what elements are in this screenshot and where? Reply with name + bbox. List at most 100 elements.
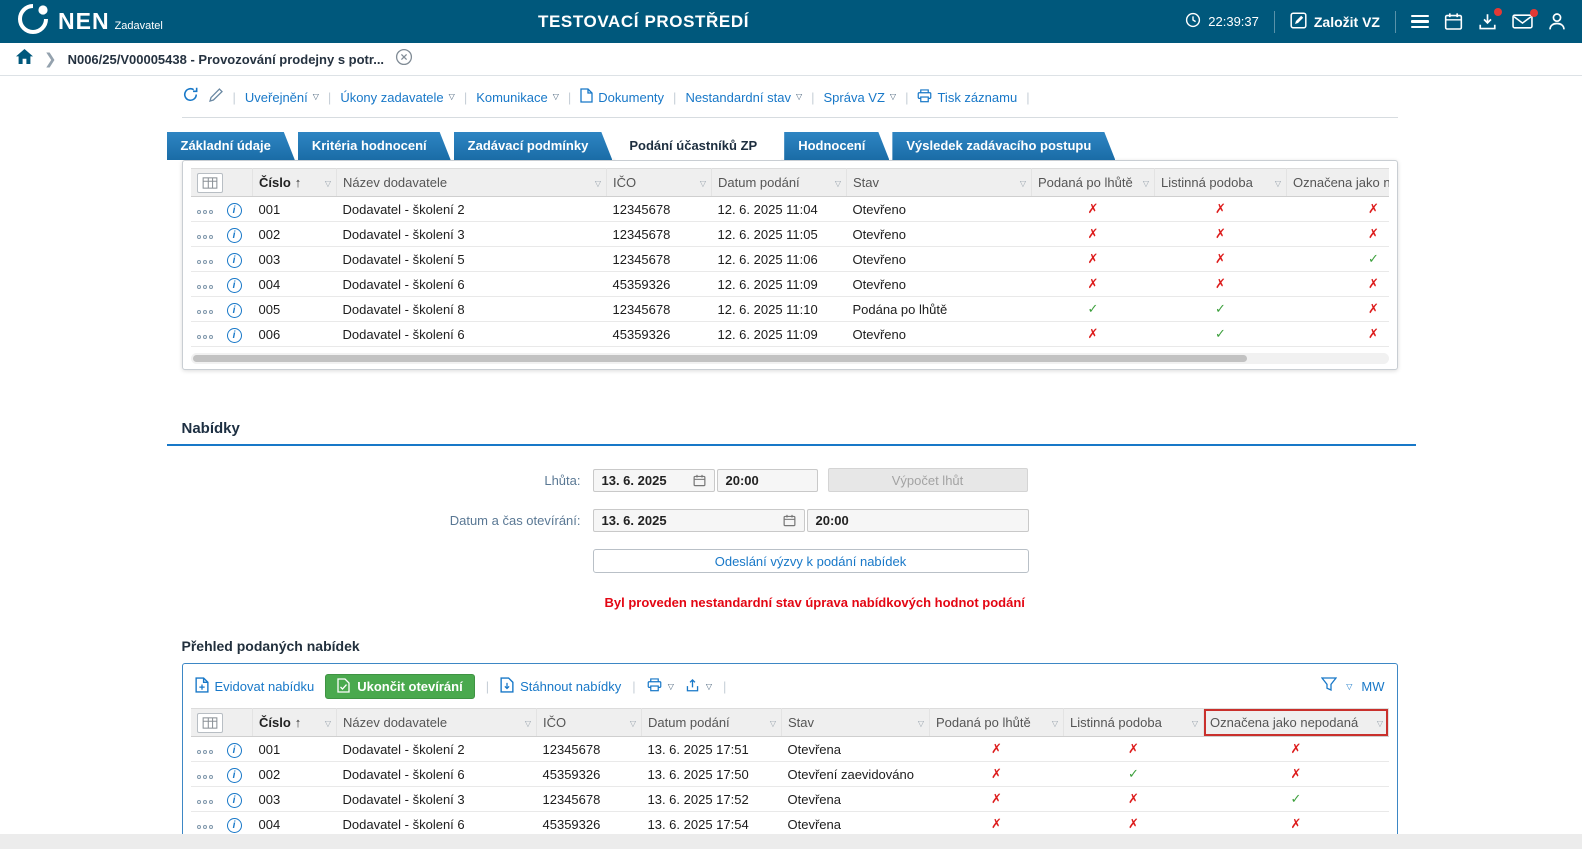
- dropdown-triangle-icon[interactable]: ▽: [1346, 682, 1352, 691]
- row-info-icon[interactable]: i: [227, 203, 242, 218]
- column-stav[interactable]: Stav▽: [847, 169, 1032, 197]
- column-cislo[interactable]: Číslo↑▽: [253, 709, 337, 737]
- evidovat-nabidku-button[interactable]: Evidovat nabídku: [195, 677, 315, 696]
- column-filter-icon[interactable]: ▽: [325, 179, 331, 188]
- filter-funnel-icon[interactable]: [1321, 677, 1337, 696]
- create-vz-button[interactable]: Založit VZ: [1290, 12, 1380, 32]
- brand-logo[interactable]: NEN Zadavatel: [16, 2, 163, 41]
- tab-z-kladn-daje[interactable]: Základní údaje: [167, 132, 295, 160]
- action-dokumenty[interactable]: Dokumenty: [580, 88, 664, 106]
- column-filter-icon[interactable]: ▽: [1275, 179, 1281, 188]
- home-icon[interactable]: [16, 49, 33, 69]
- column-filter-icon[interactable]: ▽: [918, 719, 924, 728]
- action-ukony-zadavatele[interactable]: Úkony zadavatele▽: [340, 90, 455, 105]
- column-filter-icon[interactable]: ▽: [325, 719, 331, 728]
- column-ico[interactable]: IČO▽: [607, 169, 712, 197]
- row-info-icon[interactable]: i: [227, 818, 242, 833]
- row-menu-icon[interactable]: [197, 775, 213, 779]
- vypocet-lhut-button[interactable]: Výpočet lhůt: [828, 468, 1028, 492]
- row-info-icon[interactable]: i: [227, 328, 242, 343]
- user-profile-icon[interactable]: [1548, 12, 1566, 31]
- edit-pencil-icon[interactable]: [208, 87, 224, 108]
- tab-pod-n-astn-k-zp[interactable]: Podání účastníků ZP: [615, 132, 781, 160]
- tab-v-sledek-zad-vac-ho-postupu[interactable]: Výsledek zadávacího postupu: [892, 132, 1115, 160]
- column-stav[interactable]: Stav▽: [782, 709, 930, 737]
- odeslani-vyzvy-button[interactable]: Odeslání výzvy k podání nabídek: [593, 549, 1029, 573]
- oteviranie-time-input[interactable]: 20:00: [807, 509, 1029, 532]
- column-filter-icon[interactable]: ▽: [700, 179, 706, 188]
- row-info-icon[interactable]: i: [227, 228, 242, 243]
- column-filter-icon[interactable]: ▽: [1192, 719, 1198, 728]
- column-filter-icon[interactable]: ▽: [1020, 179, 1026, 188]
- column-filter-icon[interactable]: ▽: [1377, 719, 1383, 728]
- ukoncit-oteviranie-button[interactable]: Ukončit otevírání: [325, 674, 474, 699]
- scrollbar-thumb[interactable]: [193, 355, 1247, 362]
- row-menu-icon[interactable]: [197, 210, 213, 214]
- column-listinna-podoba[interactable]: Listinná podoba▽: [1064, 709, 1204, 737]
- column-nazev-dodavatele[interactable]: Název dodavatele▽: [337, 169, 607, 197]
- row-info-icon[interactable]: i: [227, 768, 242, 783]
- row-info-icon[interactable]: i: [227, 278, 242, 293]
- column-cislo[interactable]: Číslo↑▽: [253, 169, 337, 197]
- column-oznacena-jako-nepodana[interactable]: Označena jako nepodaná▽: [1204, 709, 1389, 737]
- column-podana-po-lhute[interactable]: Podaná po lhůtě▽: [1032, 169, 1155, 197]
- column-settings-icon[interactable]: [197, 173, 223, 193]
- column-filter-icon[interactable]: ▽: [595, 179, 601, 188]
- column-podana-po-lhute[interactable]: Podaná po lhůtě▽: [930, 709, 1064, 737]
- column-filter-icon[interactable]: ▽: [630, 719, 636, 728]
- row-menu-icon[interactable]: [197, 800, 213, 804]
- column-settings-icon[interactable]: [197, 713, 223, 733]
- column-datum-podani[interactable]: Datum podání▽: [642, 709, 782, 737]
- column-filter-icon[interactable]: ▽: [770, 719, 776, 728]
- column-filter-icon[interactable]: ▽: [835, 179, 841, 188]
- sort-asc-icon: ↑: [295, 175, 302, 190]
- action-uverejneni[interactable]: Uveřejnění▽: [245, 90, 319, 105]
- tab-hodnocen-[interactable]: Hodnocení: [784, 132, 889, 160]
- horizontal-scrollbar[interactable]: [191, 353, 1389, 364]
- action-komunikace[interactable]: Komunikace▽: [476, 90, 559, 105]
- export-menu-button[interactable]: ▽: [685, 678, 712, 696]
- cross-icon: ✗: [1088, 276, 1099, 291]
- column-datum-podani[interactable]: Datum podání▽: [712, 169, 847, 197]
- row-info-icon[interactable]: i: [227, 793, 242, 808]
- downloads-icon[interactable]: [1478, 12, 1497, 31]
- row-menu-icon[interactable]: [197, 335, 213, 339]
- print-menu-button[interactable]: ▽: [647, 678, 674, 695]
- row-info-icon[interactable]: i: [227, 743, 242, 758]
- tab-krit-ria-hodnocen-[interactable]: Kritéria hodnocení: [298, 132, 451, 160]
- column-oznacena-jako-nepodana[interactable]: Označena jako nep: [1287, 169, 1389, 197]
- tab-zad-vac-podm-nky[interactable]: Zadávací podmínky: [454, 132, 613, 160]
- row-menu-icon[interactable]: [197, 750, 213, 754]
- menu-hamburger-icon[interactable]: [1411, 15, 1429, 29]
- mail-icon[interactable]: [1512, 13, 1533, 30]
- lhuta-time-input[interactable]: 20:00: [717, 469, 818, 492]
- action-nestandardni-stav[interactable]: Nestandardní stav▽: [685, 90, 802, 105]
- column-filter-icon[interactable]: ▽: [1143, 179, 1149, 188]
- row-menu-icon[interactable]: [197, 235, 213, 239]
- mw-link[interactable]: MW: [1361, 679, 1384, 694]
- stahnout-nabidky-button[interactable]: Stáhnout nabídky: [500, 677, 621, 696]
- row-menu-icon[interactable]: [197, 285, 213, 289]
- row-menu-icon[interactable]: [197, 825, 213, 829]
- column-filter-icon[interactable]: ▽: [1052, 719, 1058, 728]
- close-record-icon[interactable]: [395, 48, 413, 71]
- cell-datum: 12. 6. 2025 11:04: [712, 197, 847, 222]
- section-divider: [167, 444, 1416, 446]
- breadcrumb-current[interactable]: N006/25/V00005438 - Provozování prodejny…: [68, 52, 384, 67]
- history-icon[interactable]: [182, 86, 199, 108]
- lhuta-date-input[interactable]: 13. 6. 2025: [593, 469, 715, 492]
- column-listinna-podoba[interactable]: Listinná podoba▽: [1155, 169, 1287, 197]
- column-ico[interactable]: IČO▽: [537, 709, 642, 737]
- calendar-picker-icon[interactable]: [783, 514, 796, 527]
- column-filter-icon[interactable]: ▽: [525, 719, 531, 728]
- oteviranie-date-input[interactable]: 13. 6. 2025: [593, 509, 805, 532]
- calendar-picker-icon[interactable]: [693, 474, 706, 487]
- row-info-icon[interactable]: i: [227, 303, 242, 318]
- action-tisk-zaznamu[interactable]: Tisk záznamu: [917, 89, 1017, 106]
- row-info-icon[interactable]: i: [227, 253, 242, 268]
- column-nazev-dodavatele[interactable]: Název dodavatele▽: [337, 709, 537, 737]
- calendar-icon[interactable]: [1444, 12, 1463, 31]
- row-menu-icon[interactable]: [197, 310, 213, 314]
- row-menu-icon[interactable]: [197, 260, 213, 264]
- action-sprava-vz[interactable]: Správa VZ▽: [824, 90, 897, 105]
